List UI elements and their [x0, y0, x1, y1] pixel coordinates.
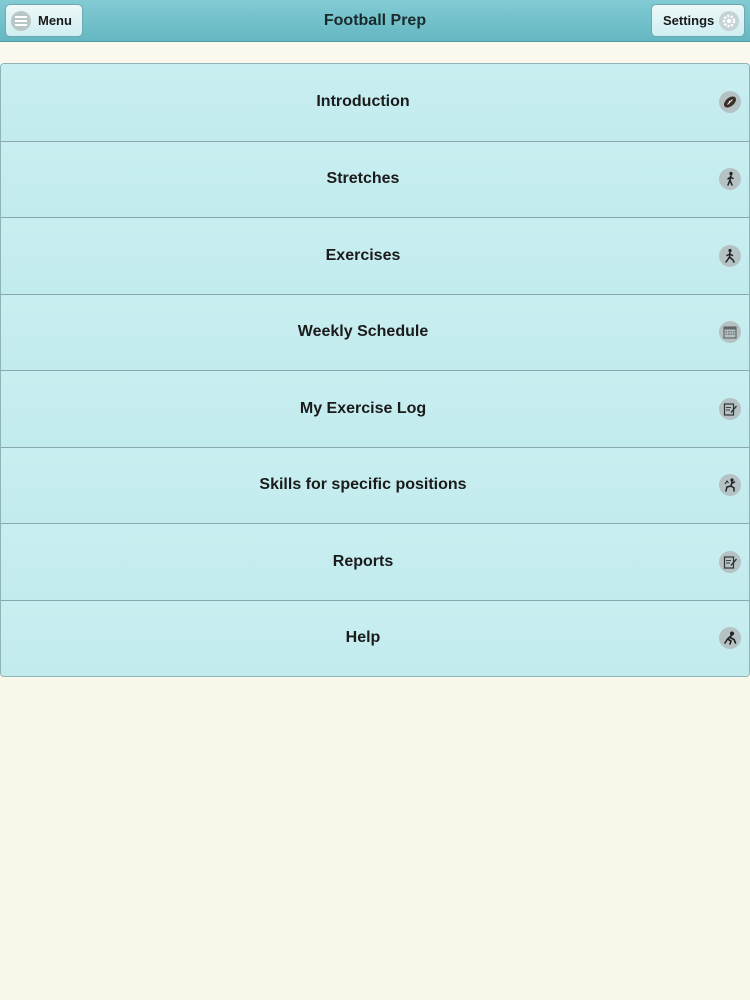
menu-item-label: Help: [345, 629, 381, 647]
football-icon: [719, 91, 741, 114]
report-edit-icon: [719, 550, 741, 573]
menu-item-label: Skills for specific positions: [259, 476, 467, 494]
settings-button[interactable]: Settings: [651, 4, 745, 37]
menu-item-label: Reports: [332, 552, 394, 570]
page-title: Football Prep: [323, 12, 427, 29]
menu-item-skills-for-specific-positions[interactable]: Skills for specific positions: [1, 446, 749, 523]
menu-item-label: Stretches: [326, 170, 400, 188]
menu-item-stretches[interactable]: Stretches: [1, 140, 749, 217]
edit-note-icon: [719, 397, 741, 420]
menu-item-label: Introduction: [316, 93, 410, 111]
settings-button-label: Settings: [663, 13, 715, 28]
help-player-icon: [719, 627, 741, 650]
main-menu-list: Introduction Stretches Exercises Weekly …: [0, 63, 750, 677]
menu-item-label: Exercises: [325, 246, 401, 264]
menu-item-reports[interactable]: Reports: [1, 523, 749, 600]
menu-item-introduction[interactable]: Introduction: [1, 64, 749, 141]
menu-item-label: Weekly Schedule: [297, 323, 429, 341]
exercise-person-icon: [719, 244, 741, 267]
menu-item-exercises[interactable]: Exercises: [1, 217, 749, 294]
menu-item-my-exercise-log[interactable]: My Exercise Log: [1, 370, 749, 447]
menu-item-weekly-schedule[interactable]: Weekly Schedule: [1, 293, 749, 370]
position-skill-icon: [719, 474, 741, 497]
menu-item-help[interactable]: Help: [1, 599, 749, 676]
menu-item-label: My Exercise Log: [299, 399, 427, 417]
stretching-person-icon: [719, 168, 741, 191]
gear-icon: [719, 10, 740, 31]
top-bar: Menu Football Prep Settings: [0, 0, 750, 42]
calendar-icon: [719, 321, 741, 344]
